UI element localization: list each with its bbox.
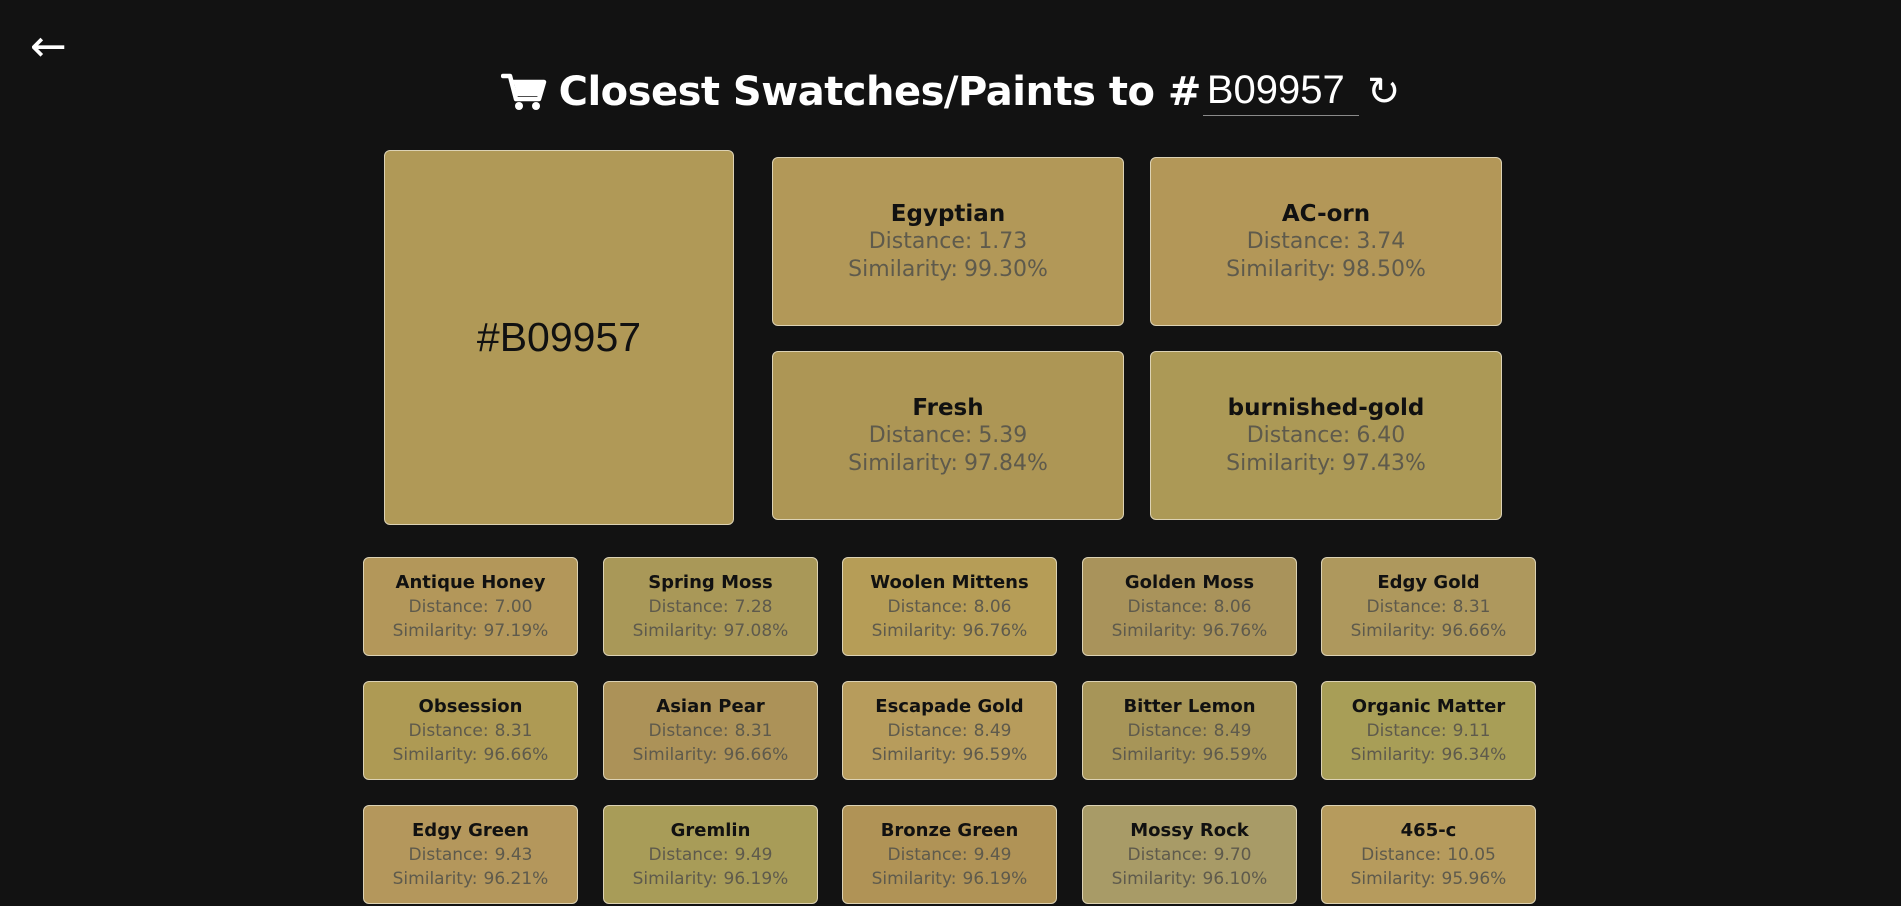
match-card[interactable]: 465-c Distance: 10.05 Similarity: 95.96% <box>1321 805 1536 904</box>
main-swatch-hex-label: #B09957 <box>476 314 642 360</box>
match-similarity: Similarity: 96.66% <box>632 744 789 765</box>
match-name: Edgy Gold <box>1377 571 1480 593</box>
match-card[interactable]: Woolen Mittens Distance: 8.06 Similarity:… <box>842 557 1057 656</box>
match-name: Woolen Mittens <box>870 571 1029 593</box>
match-name: Bitter Lemon <box>1123 695 1256 717</box>
match-distance: Distance: 10.05 <box>1361 844 1496 865</box>
match-name: Obsession <box>418 695 523 717</box>
match-card[interactable]: Gremlin Distance: 9.49 Similarity: 96.19% <box>603 805 818 904</box>
match-similarity: Similarity: 96.76% <box>871 620 1028 641</box>
match-card[interactable]: Edgy Green Distance: 9.43 Similarity: 96.2… <box>363 805 578 904</box>
cart-icon <box>500 73 546 110</box>
match-distance: Distance: 7.28 <box>648 596 773 617</box>
match-name: Edgy Green <box>412 819 529 841</box>
match-card[interactable]: Antique Honey Distance: 7.00 Similarity: 9… <box>363 557 578 656</box>
match-distance: Distance: 8.06 <box>1127 596 1252 617</box>
match-distance: Distance: 9.43 <box>408 844 533 865</box>
match-card[interactable]: Obsession Distance: 8.31 Similarity: 96.66… <box>363 681 578 780</box>
match-name: burnished-gold <box>1227 394 1425 421</box>
match-distance: Distance: 8.06 <box>887 596 1012 617</box>
match-similarity: Similarity: 96.76% <box>1111 620 1268 641</box>
match-distance: Distance: 8.31 <box>648 720 773 741</box>
match-similarity: Similarity: 96.59% <box>1111 744 1268 765</box>
match-distance: Distance: 8.49 <box>887 720 1012 741</box>
match-card[interactable]: Mossy Rock Distance: 9.70 Similarity: 96.1… <box>1082 805 1297 904</box>
match-similarity: Similarity: 97.43% <box>1226 450 1426 476</box>
match-similarity: Similarity: 96.66% <box>1350 620 1507 641</box>
match-similarity: Similarity: 99.30% <box>848 256 1048 282</box>
match-card[interactable]: Golden Moss Distance: 8.06 Similarity: 96.… <box>1082 557 1297 656</box>
hex-color-input[interactable] <box>1202 68 1359 116</box>
match-distance: Distance: 1.73 <box>868 228 1028 254</box>
match-distance: Distance: 8.49 <box>1127 720 1252 741</box>
match-name: Bronze Green <box>880 819 1019 841</box>
match-similarity: Similarity: 96.19% <box>871 868 1028 889</box>
match-similarity: Similarity: 95.96% <box>1350 868 1507 889</box>
page-header: Closest Swatches/Paints to # ↻ <box>0 62 1901 122</box>
match-similarity: Similarity: 97.19% <box>392 620 549 641</box>
match-card[interactable]: Edgy Gold Distance: 8.31 Similarity: 96.66… <box>1321 557 1536 656</box>
match-distance: Distance: 8.31 <box>408 720 533 741</box>
match-name: AC-orn <box>1281 200 1371 227</box>
match-similarity: Similarity: 96.10% <box>1111 868 1268 889</box>
top-match-card[interactable]: Egyptian Distance: 1.73 Similarity: 99.30% <box>772 157 1124 326</box>
match-name: Spring Moss <box>648 571 773 593</box>
top-match-card[interactable]: AC-orn Distance: 3.74 Similarity: 98.50% <box>1150 157 1502 326</box>
match-distance: Distance: 5.39 <box>868 422 1028 448</box>
match-name: Antique Honey <box>395 571 546 593</box>
match-distance: Distance: 3.74 <box>1246 228 1406 254</box>
top-match-card[interactable]: Fresh Distance: 5.39 Similarity: 97.84% <box>772 351 1124 520</box>
match-card[interactable]: Escapade Gold Distance: 8.49 Similarity: 9… <box>842 681 1057 780</box>
match-name: Gremlin <box>670 819 751 841</box>
match-distance: Distance: 9.70 <box>1127 844 1252 865</box>
match-distance: Distance: 9.11 <box>1366 720 1491 741</box>
match-card[interactable]: Organic Matter Distance: 9.11 Similarity:… <box>1321 681 1536 780</box>
main-color-swatch: #B09957 <box>384 150 734 525</box>
match-name: Organic Matter <box>1351 695 1506 717</box>
match-distance: Distance: 7.00 <box>408 596 533 617</box>
match-card[interactable]: Bronze Green Distance: 9.49 Similarity: 96… <box>842 805 1057 904</box>
match-similarity: Similarity: 98.50% <box>1226 256 1426 282</box>
match-card[interactable]: Asian Pear Distance: 8.31 Similarity: 96.6… <box>603 681 818 780</box>
match-distance: Distance: 8.31 <box>1366 596 1491 617</box>
page-title: Closest Swatches/Paints to # <box>558 69 1202 115</box>
match-similarity: Similarity: 96.59% <box>871 744 1028 765</box>
match-similarity: Similarity: 96.21% <box>392 868 549 889</box>
match-name: 465-c <box>1400 819 1457 841</box>
match-similarity: Similarity: 97.08% <box>632 620 789 641</box>
match-distance: Distance: 9.49 <box>648 844 773 865</box>
match-name: Egyptian <box>890 200 1006 227</box>
match-similarity: Similarity: 96.66% <box>392 744 549 765</box>
match-card[interactable]: Bitter Lemon Distance: 8.49 Similarity: 96… <box>1082 681 1297 780</box>
match-name: Fresh <box>912 394 984 421</box>
match-name: Asian Pear <box>656 695 765 717</box>
match-name: Mossy Rock <box>1130 819 1249 841</box>
refresh-icon[interactable]: ↻ <box>1367 69 1401 115</box>
match-similarity: Similarity: 97.84% <box>848 450 1048 476</box>
match-distance: Distance: 9.49 <box>887 844 1012 865</box>
top-match-card[interactable]: burnished-gold Distance: 6.40 Similarity:… <box>1150 351 1502 520</box>
match-name: Escapade Gold <box>875 695 1024 717</box>
match-distance: Distance: 6.40 <box>1246 422 1406 448</box>
match-card[interactable]: Spring Moss Distance: 7.28 Similarity: 97.… <box>603 557 818 656</box>
match-name: Golden Moss <box>1124 571 1255 593</box>
match-similarity: Similarity: 96.34% <box>1350 744 1507 765</box>
match-similarity: Similarity: 96.19% <box>632 868 789 889</box>
